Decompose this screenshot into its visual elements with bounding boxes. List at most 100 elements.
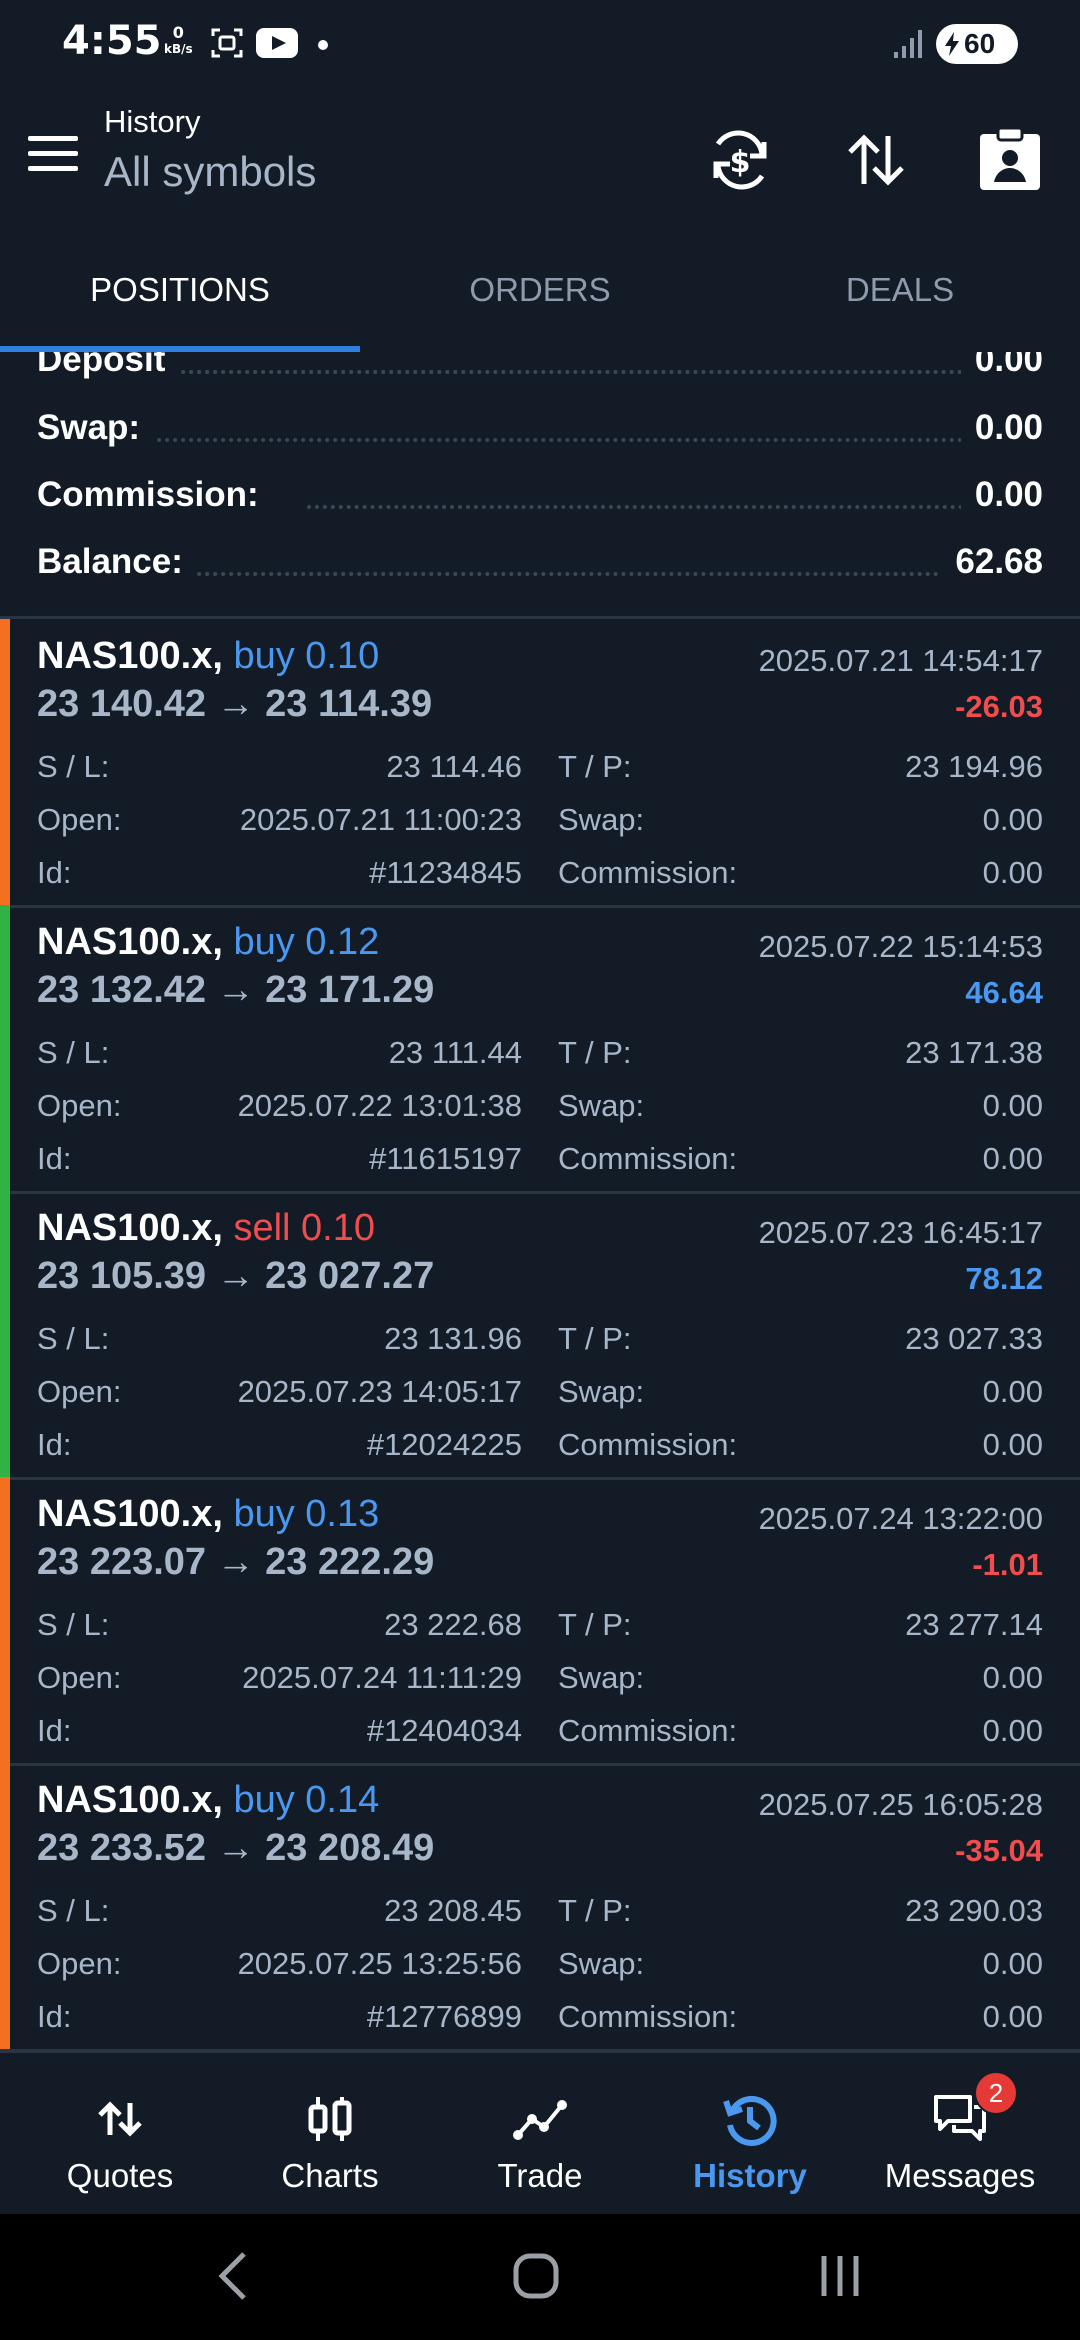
status-time: 4:55	[62, 18, 162, 64]
summary-value: 0.00	[960, 352, 1043, 380]
commission-value: 0.00	[982, 1713, 1043, 1748]
tp-label: T / P:	[558, 1607, 632, 1642]
position-card[interactable]: NAS100.x, buy 0.10 2025.07.21 14:54:17 23 …	[0, 619, 1080, 908]
position-id: #12024225	[366, 1427, 522, 1462]
summary-label: Swap:	[37, 408, 155, 448]
tab-deals[interactable]: DEALS	[720, 240, 1080, 344]
symbol-name: NAS100.x,	[37, 921, 223, 963]
commission-value: 0.00	[982, 1141, 1043, 1176]
nav-messages[interactable]: Messages	[852, 2053, 1068, 2217]
report-icon[interactable]	[970, 120, 1050, 200]
history-icon	[723, 2095, 777, 2146]
id-label: Id:	[37, 1999, 72, 2034]
nav-history[interactable]: History	[642, 2053, 858, 2217]
tab-orders[interactable]: ORDERS	[360, 240, 720, 344]
profit-value: -35.04	[955, 1833, 1043, 1868]
trade-side-volume: buy 0.13	[233, 1493, 380, 1535]
sl-value: 23 131.96	[384, 1321, 522, 1356]
swap-label: Swap:	[558, 802, 645, 837]
sl-value: 23 222.68	[384, 1607, 522, 1642]
commission-label: Commission:	[558, 1427, 738, 1462]
close-time: 2025.07.23 16:45:17	[758, 1215, 1043, 1250]
position-card[interactable]: NAS100.x, buy 0.13 2025.07.24 13:22:00 23 …	[0, 1477, 1080, 1766]
app-header: History All symbols $	[0, 90, 1080, 240]
page-title: History	[104, 104, 201, 139]
swap-value: 0.00	[982, 802, 1043, 837]
svg-text:$: $	[730, 145, 751, 180]
charts-icon	[308, 2097, 352, 2141]
price-range: 23 132.42 → 23 171.29	[37, 969, 435, 1011]
position-card[interactable]: NAS100.x, buy 0.12 2025.07.22 15:14:53 23 …	[0, 905, 1080, 1194]
tp-value: 23 171.38	[905, 1035, 1043, 1070]
swap-label: Swap:	[558, 1946, 645, 1981]
position-symbol: NAS100.x, buy 0.12	[37, 921, 379, 964]
history-summary: Deposit 0.00 Swap: 0.00 Commission: 0.00…	[0, 352, 1080, 616]
open-time: 2025.07.21 11:00:23	[239, 802, 522, 837]
profit-value: 78.12	[965, 1261, 1043, 1296]
nav-charts[interactable]: Charts	[222, 2053, 438, 2217]
signal-icon	[894, 30, 922, 58]
net-speed: 0 kB/s	[164, 24, 193, 58]
position-id: #12776899	[366, 1999, 522, 2034]
menu-icon[interactable]	[28, 136, 78, 176]
symbol-filter[interactable]: All symbols	[104, 148, 316, 196]
commission-label: Commission:	[558, 1141, 738, 1176]
nav-label: Charts	[281, 2157, 379, 2194]
position-symbol: NAS100.x, buy 0.10	[37, 635, 379, 678]
commission-label: Commission:	[558, 855, 738, 890]
charging-bolt-icon	[945, 32, 959, 56]
symbol-name: NAS100.x,	[37, 635, 223, 677]
open-label: Open:	[37, 1660, 122, 1695]
sl-value: 23 114.46	[386, 749, 522, 784]
messages-badge: 2	[974, 2071, 1018, 2115]
open-label: Open:	[37, 1946, 122, 1981]
sl-label: S / L:	[37, 1321, 110, 1356]
commission-value: 0.00	[982, 1427, 1043, 1462]
nav-label: Messages	[884, 2157, 1036, 2194]
nav-quotes[interactable]: Quotes	[12, 2053, 228, 2217]
screenshot-icon	[211, 28, 243, 58]
tab-positions[interactable]: POSITIONS	[0, 240, 360, 344]
home-icon[interactable]	[512, 2252, 560, 2300]
open-label: Open:	[37, 1374, 122, 1409]
profit-indicator-bar	[0, 619, 10, 905]
commission-value: 0.00	[982, 1999, 1043, 2034]
open-time: 2025.07.25 13:25:56	[237, 1946, 522, 1981]
sl-value: 23 208.45	[384, 1893, 522, 1928]
commission-label: Commission:	[558, 1713, 738, 1748]
back-icon[interactable]	[216, 2250, 250, 2302]
close-time: 2025.07.22 15:14:53	[758, 929, 1043, 964]
trade-icon	[513, 2100, 567, 2140]
position-symbol: NAS100.x, sell 0.10	[37, 1207, 375, 1250]
trade-side-volume: buy 0.12	[233, 921, 380, 963]
position-card[interactable]: NAS100.x, sell 0.10 2025.07.23 16:45:17 23…	[0, 1191, 1080, 1480]
profit-value: 46.64	[965, 975, 1043, 1010]
summary-row-commission: Commission: 0.00	[37, 475, 1043, 535]
id-label: Id:	[37, 1141, 72, 1176]
summary-value: 62.68	[941, 542, 1043, 582]
quotes-icon	[98, 2101, 142, 2137]
swap-label: Swap:	[558, 1088, 645, 1123]
close-time: 2025.07.21 14:54:17	[758, 643, 1043, 678]
position-card[interactable]: NAS100.x, buy 0.14 2025.07.25 16:05:28 23 …	[0, 1763, 1080, 2052]
profit-value: -26.03	[955, 689, 1043, 724]
commission-label: Commission:	[558, 1999, 738, 2034]
summary-row-deposit: Deposit 0.00	[37, 352, 1043, 400]
profit-indicator-bar	[0, 1477, 10, 1763]
recent-apps-icon[interactable]	[818, 2254, 862, 2298]
sort-icon[interactable]	[836, 120, 916, 200]
price-range: 23 233.52 → 23 208.49	[37, 1827, 435, 1869]
summary-row-balance: Balance: 62.68	[37, 542, 1043, 602]
swap-value: 0.00	[982, 1946, 1043, 1981]
summary-row-swap: Swap: 0.00	[37, 408, 1043, 468]
summary-label: Deposit	[37, 352, 180, 380]
commission-value: 0.00	[982, 855, 1043, 890]
tp-value: 23 277.14	[905, 1607, 1043, 1642]
position-id: #12404034	[366, 1713, 522, 1748]
tp-value: 23 194.96	[905, 749, 1043, 784]
nav-trade[interactable]: Trade	[432, 2053, 648, 2217]
sl-label: S / L:	[37, 749, 110, 784]
profit-indicator-bar	[0, 1763, 10, 2049]
open-time: 2025.07.22 13:01:38	[237, 1088, 522, 1123]
currency-exchange-icon[interactable]: $	[700, 120, 780, 200]
